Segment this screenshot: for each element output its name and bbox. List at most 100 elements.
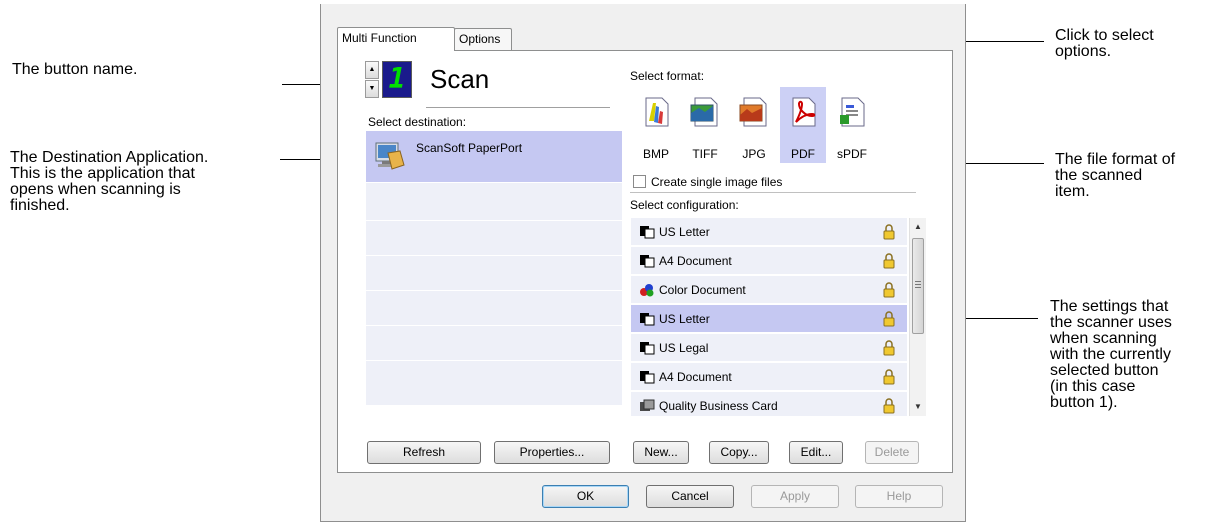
edit-button[interactable]: Edit... [789, 441, 843, 464]
destination-empty-slot [366, 257, 622, 291]
copy-button[interactable]: Copy... [709, 441, 769, 464]
callout-settings: The settings that the scanner uses when … [1050, 299, 1172, 411]
help-button[interactable]: Help [855, 485, 943, 508]
callout-settings-line: The settings that [1050, 298, 1169, 315]
bw-document-icon [640, 313, 655, 326]
button-name-label: Scan [430, 64, 490, 94]
destination-list[interactable]: ScanSoft PaperPort [366, 131, 622, 405]
bw-document-icon [640, 371, 655, 384]
tab-multi-function[interactable]: Multi Function [337, 27, 455, 51]
properties-button[interactable]: Properties... [494, 441, 610, 464]
format-label: PDF [791, 147, 815, 161]
format-label: sPDF [837, 147, 867, 161]
configuration-item[interactable]: US Letter [631, 218, 907, 246]
callout-settings-line: with the currently [1050, 346, 1171, 363]
delete-button[interactable]: Delete [865, 441, 919, 464]
spinner-down-button[interactable]: ▼ [365, 80, 379, 98]
select-configuration-label: Select configuration: [630, 198, 739, 212]
bw-document-icon [640, 342, 655, 355]
destination-empty-slot [366, 187, 622, 221]
callout-settings-line: when scanning [1050, 330, 1157, 347]
lock-icon [883, 253, 895, 269]
format-label: BMP [642, 147, 669, 161]
callout-format-line: the scanned [1055, 167, 1143, 184]
button-number-spinner: ▲ ▼ [365, 61, 379, 99]
cancel-button[interactable]: Cancel [646, 485, 734, 508]
callout-format-line: item. [1055, 183, 1090, 200]
lock-icon [883, 340, 895, 356]
configuration-item[interactable]: US Legal [631, 334, 907, 362]
tiff-icon [690, 97, 718, 127]
format-jpg[interactable]: JPG [731, 87, 777, 163]
select-destination-label: Select destination: [368, 115, 467, 129]
configuration-item[interactable]: A4 Document [631, 247, 907, 275]
format-spdf[interactable]: sPDF [829, 87, 875, 163]
callout-settings-line: the scanner uses [1050, 314, 1172, 331]
callout-destination-line: opens when scanning is [10, 181, 181, 198]
create-single-image-label: Create single image files [651, 175, 783, 189]
color-document-icon [640, 284, 654, 297]
scanner-properties-dialog: Multi Function Options ▲ ▼ 1 Scan Select… [320, 4, 966, 522]
destination-item-paperport[interactable]: ScanSoft PaperPort [366, 131, 622, 183]
configuration-item-label: A4 Document [659, 254, 732, 268]
create-single-image-checkbox[interactable] [633, 175, 646, 188]
spdf-icon [840, 97, 865, 127]
configuration-item[interactable]: A4 Document [631, 363, 907, 391]
configuration-item[interactable]: Quality Business Card [631, 392, 907, 416]
lock-icon [883, 369, 895, 385]
format-divider [630, 192, 916, 193]
paperport-icon [372, 139, 406, 178]
callout-destination-line: The Destination Application. [10, 149, 209, 166]
pdf-icon [792, 97, 816, 127]
lock-icon [883, 224, 895, 240]
format-tiff[interactable]: TIFF [682, 87, 728, 163]
format-pdf[interactable]: PDF [780, 87, 826, 163]
tab-options[interactable]: Options [454, 28, 512, 50]
refresh-button[interactable]: Refresh [367, 441, 481, 464]
configuration-item[interactable]: Color Document [631, 276, 907, 304]
configuration-item-label: Quality Business Card [659, 399, 778, 413]
bw-document-icon [640, 255, 655, 268]
callout-format-line: The file format of [1055, 151, 1176, 168]
destination-empty-slot [366, 327, 622, 361]
configuration-item-label: Color Document [659, 283, 746, 297]
lock-icon [883, 282, 895, 298]
destination-empty-slot [366, 222, 622, 256]
apply-button[interactable]: Apply [751, 485, 839, 508]
configuration-item-selected[interactable]: US Letter [631, 305, 907, 333]
callout-options-line: options. [1055, 43, 1112, 60]
button-number-display: 1 [382, 61, 412, 98]
format-bmp[interactable]: BMP [633, 87, 679, 163]
button-name-underline [426, 107, 610, 108]
callout-settings-line: selected button [1050, 362, 1159, 379]
select-format-label: Select format: [630, 69, 705, 83]
scroll-thumb[interactable] [912, 238, 924, 334]
jpg-icon [739, 97, 767, 127]
callout-destination: The Destination Application. This is the… [10, 150, 208, 214]
callout-format: The file format of the scanned item. [1055, 152, 1175, 200]
callout-button-name: The button name. [12, 61, 138, 78]
multi-function-panel: ▲ ▼ 1 Scan Select destination: ScanSoft … [337, 50, 953, 473]
ok-button[interactable]: OK [542, 485, 629, 508]
destination-item-label: ScanSoft PaperPort [416, 141, 523, 155]
destination-empty-slot [366, 292, 622, 326]
configuration-item-label: US Letter [659, 225, 710, 239]
format-label: TIFF [692, 147, 718, 161]
callout-settings-line: button 1). [1050, 394, 1118, 411]
spinner-up-button[interactable]: ▲ [365, 61, 379, 79]
callout-settings-line: (in this case [1050, 378, 1136, 395]
new-button[interactable]: New... [633, 441, 689, 464]
configuration-list[interactable]: US Letter A4 Document Color Document US … [631, 218, 927, 416]
bmp-icon [645, 97, 669, 127]
format-label: JPG [742, 147, 766, 161]
business-card-icon [640, 399, 655, 411]
configuration-item-label: US Legal [659, 341, 709, 355]
callout-destination-line: This is the application that [10, 165, 195, 182]
configuration-scrollbar[interactable]: ▲ ▼ [909, 218, 926, 416]
format-selector: BMP TIFF JPG PDF sPDF [633, 87, 933, 163]
scroll-up-arrow-icon[interactable]: ▲ [910, 218, 926, 236]
configuration-item-label: A4 Document [659, 370, 732, 384]
configuration-item-label: US Letter [659, 312, 710, 326]
lock-icon [883, 398, 895, 414]
scroll-down-arrow-icon[interactable]: ▼ [910, 398, 926, 416]
